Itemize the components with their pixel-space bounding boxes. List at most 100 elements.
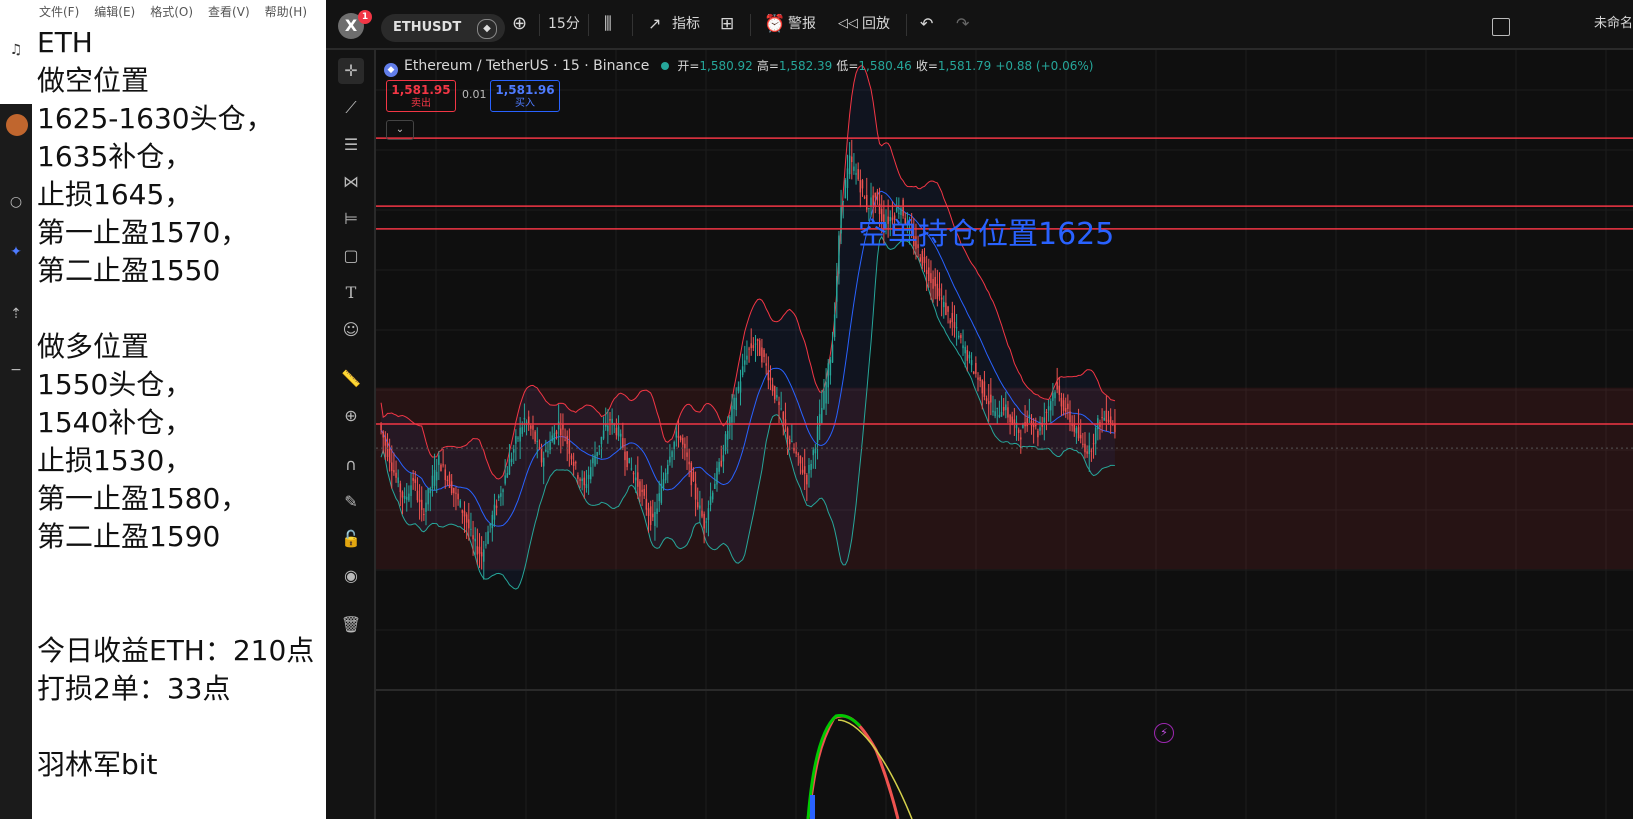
menu-edit[interactable]: 编辑(E) bbox=[94, 3, 135, 20]
candle-body bbox=[829, 359, 832, 376]
sell-label: 卖出 bbox=[411, 98, 431, 109]
emoji-icon[interactable]: ☺ bbox=[338, 317, 364, 343]
candle-body bbox=[547, 451, 549, 453]
redo-icon[interactable]: ↷ bbox=[956, 12, 969, 36]
text-tool-icon[interactable]: T bbox=[338, 280, 364, 306]
replay-icon[interactable]: ◁◁ bbox=[838, 12, 858, 36]
candle-body bbox=[493, 504, 496, 520]
candle-body bbox=[530, 425, 532, 429]
layout-grid-icon[interactable]: ⊞ bbox=[720, 12, 734, 36]
ruler-icon[interactable]: 📏 bbox=[338, 366, 364, 392]
candle-body bbox=[540, 448, 543, 463]
candle-body bbox=[788, 439, 791, 445]
candle-body bbox=[521, 427, 524, 434]
alarm-clock-icon[interactable]: ⏰ bbox=[764, 12, 785, 36]
fib-lines-icon[interactable]: ☰ bbox=[338, 132, 364, 158]
interval-button[interactable]: 15分 bbox=[548, 12, 580, 36]
replay-button[interactable]: 回放 bbox=[862, 12, 890, 36]
compare-add-icon[interactable]: ⊕ bbox=[512, 12, 527, 36]
candle-body bbox=[1086, 451, 1088, 454]
pattern-icon[interactable]: ⋈ bbox=[338, 169, 364, 195]
candle-body bbox=[596, 451, 598, 457]
candle-body bbox=[673, 442, 675, 450]
fullscreen-checkbox-icon[interactable] bbox=[1492, 18, 1510, 36]
trend-line-icon[interactable]: ⟋ bbox=[338, 95, 364, 121]
minus-icon[interactable]: − bbox=[6, 360, 26, 380]
music-icon[interactable]: ♫ bbox=[6, 40, 26, 60]
candle-body bbox=[491, 514, 494, 529]
candle-body bbox=[1069, 411, 1071, 423]
candle-body bbox=[733, 397, 735, 410]
candle-body bbox=[425, 502, 427, 512]
legend-symbol-name[interactable]: Ethereum / TetherUS · 15 · Binance bbox=[404, 58, 649, 74]
indicators-icon[interactable]: ↗ bbox=[648, 12, 661, 36]
magnet-icon[interactable]: ∩ bbox=[338, 452, 364, 478]
candle-body bbox=[1030, 420, 1033, 426]
sell-button[interactable]: 1,581.95 卖出 bbox=[386, 80, 456, 112]
buy-button[interactable]: 1,581.96 买入 bbox=[490, 80, 560, 112]
candle-body bbox=[699, 505, 701, 509]
candle-body bbox=[1015, 422, 1018, 429]
position-annotation[interactable]: 空单持仓位置1625 bbox=[858, 215, 1114, 255]
circle-icon[interactable]: ○ bbox=[6, 192, 26, 212]
trash-icon[interactable]: 🗑 bbox=[338, 612, 364, 638]
alert-button[interactable]: 警报 bbox=[788, 12, 816, 36]
notepad-text-area[interactable]: ETH 做空位置 1625-1630头仓， 1635补仓， 止损1645， 第一止盈157… bbox=[37, 24, 314, 784]
app-icon[interactable]: ✦ bbox=[6, 242, 26, 262]
candle-body bbox=[401, 491, 404, 498]
candle-body bbox=[412, 477, 414, 481]
candle-body bbox=[686, 452, 688, 457]
notepad-line: 1635补仓， bbox=[37, 140, 193, 173]
candle-body bbox=[996, 407, 999, 409]
candle-body bbox=[752, 345, 755, 348]
candle-body bbox=[949, 320, 951, 324]
candle-body bbox=[681, 438, 684, 445]
menu-format[interactable]: 格式(O) bbox=[150, 3, 193, 20]
candle-body bbox=[786, 428, 789, 440]
candle-body bbox=[688, 461, 690, 465]
candle-body bbox=[696, 502, 699, 508]
candle-style-icon[interactable]: ⫼ bbox=[604, 12, 612, 36]
candle-body bbox=[1090, 450, 1093, 452]
notepad-line bbox=[37, 556, 314, 594]
undo-icon[interactable]: ↶ bbox=[920, 12, 933, 36]
notepad-line: ETH bbox=[37, 26, 93, 59]
menu-help[interactable]: 帮助(H) bbox=[265, 3, 307, 20]
profile-logo[interactable]: X1 bbox=[338, 10, 372, 39]
candle-body bbox=[506, 473, 509, 478]
candle-body bbox=[1039, 427, 1041, 431]
projection-icon[interactable]: ⊨ bbox=[338, 206, 364, 232]
zoom-icon[interactable]: ⊕ bbox=[338, 403, 364, 429]
pencil-lock-icon[interactable]: ✎ bbox=[338, 489, 364, 515]
collapse-chevron-icon[interactable]: ⌄ bbox=[386, 120, 414, 140]
open-label: 开= bbox=[677, 59, 700, 73]
notepad-line: 做空位置 bbox=[37, 64, 150, 97]
menu-file[interactable]: 文件(F) bbox=[39, 3, 79, 20]
layout-name[interactable]: 未命名 bbox=[1594, 12, 1633, 36]
lightning-icon[interactable]: ⚡ bbox=[1154, 723, 1174, 743]
candle-body bbox=[476, 546, 479, 555]
candle-body bbox=[568, 440, 571, 454]
spread-value: 0.01 bbox=[462, 88, 487, 101]
lock-icon[interactable]: 🔓 bbox=[338, 526, 364, 552]
diamond-icon[interactable]: ◆ bbox=[477, 19, 497, 39]
candle-body bbox=[485, 544, 487, 546]
menu-view[interactable]: 查看(V) bbox=[208, 3, 250, 20]
crosshair-icon[interactable]: ✛ bbox=[338, 58, 364, 84]
symbol-search-button[interactable]: ETHUSDT ◆ bbox=[381, 14, 505, 42]
candle-body bbox=[470, 528, 472, 530]
eye-icon[interactable]: ◉ bbox=[338, 563, 364, 589]
candle-body bbox=[990, 394, 992, 403]
indicators-button[interactable]: 指标 bbox=[672, 12, 700, 36]
candle-body bbox=[983, 381, 986, 397]
candle-body bbox=[808, 464, 810, 474]
candle-body bbox=[998, 414, 1001, 417]
price-chart-svg[interactable] bbox=[376, 50, 1633, 819]
avatar[interactable] bbox=[6, 114, 28, 136]
candle-body bbox=[510, 458, 513, 463]
chart-area[interactable]: ◆ Ethereum / TetherUS · 15 · Binance 开=1,5… bbox=[376, 50, 1633, 819]
candle-body bbox=[799, 455, 802, 464]
pin-top-icon[interactable]: ⇡ bbox=[6, 304, 26, 324]
rectangle-icon[interactable]: ▢ bbox=[338, 243, 364, 269]
notepad-line: 第一止盈1570， bbox=[37, 216, 249, 249]
